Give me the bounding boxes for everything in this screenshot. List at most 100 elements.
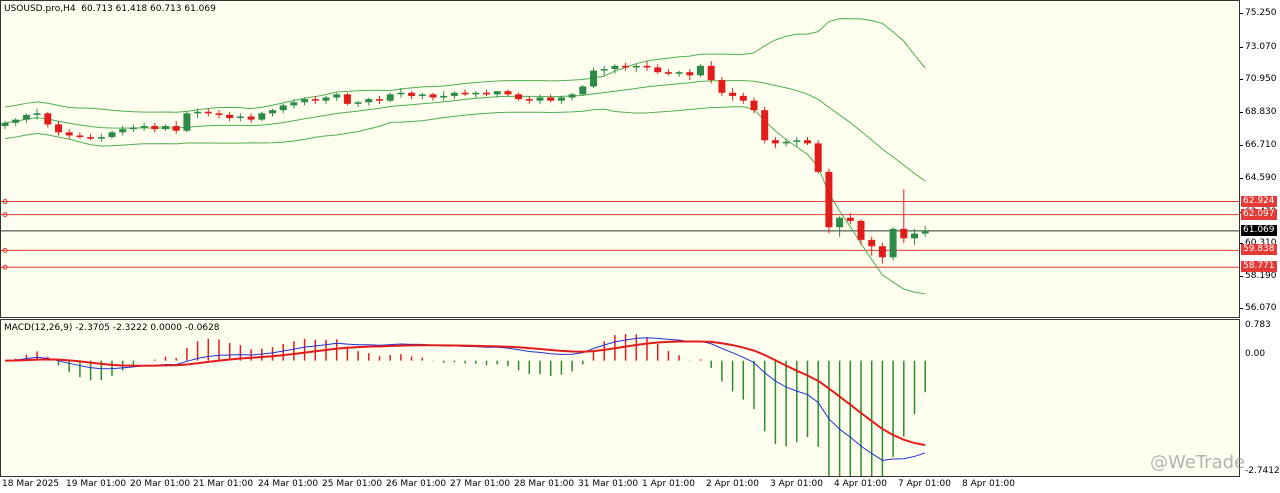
candle-body — [729, 92, 737, 96]
macd-line — [4, 337, 926, 461]
time-axis-tick: 31 Mar 01:00 — [578, 479, 639, 489]
candle — [247, 113, 255, 123]
bb-upper — [4, 18, 926, 113]
candle-body — [204, 111, 212, 114]
candle — [44, 111, 52, 128]
candle — [108, 130, 116, 139]
candle — [129, 124, 137, 133]
time-axis-tick: 4 Apr 01:00 — [834, 479, 887, 489]
candle-body — [461, 92, 469, 95]
candle-body — [87, 137, 95, 139]
candle — [440, 91, 448, 101]
candle-body — [793, 140, 801, 142]
candle — [889, 227, 897, 261]
candle — [290, 99, 298, 109]
candle-body — [194, 111, 202, 114]
candle-body — [664, 72, 672, 74]
candle — [622, 62, 630, 71]
price-axis[interactable]: 75.25073.07070.95068.83066.71064.59062.4… — [1240, 0, 1280, 493]
candle — [418, 92, 426, 100]
candle-body — [376, 99, 383, 101]
candle — [408, 91, 416, 100]
macd-indicator-pane[interactable]: MACD(12,26,9) -2.3705 -2.3222 0.0000 -0.… — [0, 319, 1240, 477]
price-axis-tick: 56.070 — [1245, 303, 1277, 313]
bb-lower — [4, 106, 926, 295]
candle-body — [311, 99, 319, 101]
candle — [343, 92, 351, 106]
price-axis-tick: 70.950 — [1245, 74, 1277, 84]
candle — [333, 92, 341, 101]
candle — [65, 129, 73, 139]
candle-body — [525, 99, 533, 101]
time-axis-tick: 21 Mar 01:00 — [193, 479, 254, 489]
time-axis-tick: 2 Apr 01:00 — [706, 479, 759, 489]
candle — [590, 67, 597, 89]
time-axis-tick: 3 Apr 01:00 — [770, 479, 823, 489]
candle — [804, 137, 811, 145]
time-axis[interactable]: 18 Mar 2025 19 Mar 01:00 20 Mar 01:00 21 Ma… — [0, 477, 1240, 493]
candle-body — [889, 228, 897, 258]
candle — [536, 94, 544, 104]
candle-body — [697, 65, 704, 76]
candle-body — [750, 100, 758, 111]
candle-body — [590, 70, 597, 87]
candle-body — [269, 110, 276, 114]
price-axis-tick-mark — [1240, 79, 1243, 80]
candle-body — [65, 132, 73, 136]
candle-body — [129, 127, 137, 130]
price-chart-canvas[interactable] — [1, 1, 1240, 318]
price-axis-tick: 68.830 — [1245, 107, 1277, 117]
candle — [643, 61, 651, 71]
current-price-tag: 61.069 — [1241, 224, 1277, 236]
candle-body — [140, 125, 148, 128]
candle — [386, 92, 394, 103]
time-axis-tick: 26 Mar 01:00 — [386, 479, 447, 489]
time-axis-tick: 18 Mar 2025 — [2, 479, 60, 489]
candle-body — [343, 94, 351, 104]
price-axis-tick: 75.250 — [1245, 8, 1277, 18]
candle-body — [183, 113, 191, 131]
time-axis-tick: 7 Apr 01:00 — [898, 479, 951, 489]
candle — [483, 89, 490, 96]
candle — [183, 111, 191, 133]
candle-body — [921, 230, 929, 234]
candle-body — [279, 105, 287, 111]
candle — [515, 92, 523, 101]
level-price-tag: 58.771 — [1241, 261, 1277, 273]
candle-body — [857, 220, 865, 240]
candle-body — [632, 65, 640, 68]
candle — [429, 92, 437, 101]
candle-body — [108, 132, 116, 138]
candle-body — [322, 97, 330, 101]
candle-body — [814, 143, 822, 172]
candle-body — [151, 125, 159, 130]
candle — [868, 236, 876, 256]
candle-body — [450, 92, 458, 96]
candle — [632, 64, 640, 73]
candle-body — [804, 140, 811, 144]
candle — [921, 225, 929, 237]
candle — [761, 107, 769, 144]
time-axis-tick: 27 Mar 01:00 — [450, 479, 511, 489]
candle-body — [782, 141, 790, 144]
price-axis-tick-mark — [1240, 112, 1243, 113]
level-price-tag: 59.838 — [1241, 244, 1277, 256]
candle — [675, 70, 683, 77]
candle-body — [547, 97, 555, 101]
candle — [204, 108, 212, 117]
candle — [857, 219, 865, 245]
candle — [600, 65, 608, 76]
price-axis-tick: 66.710 — [1245, 140, 1277, 150]
candle-body — [247, 116, 255, 120]
candle-body — [878, 246, 886, 258]
candle-body — [226, 114, 234, 119]
candle-body — [825, 171, 833, 228]
price-chart-pane[interactable]: USOUSD.pro,H4 60.713 61.418 60.713 61.06… — [0, 0, 1240, 318]
macd-canvas[interactable] — [1, 320, 1240, 477]
candle — [579, 84, 587, 96]
candle — [258, 111, 266, 122]
candle — [525, 95, 533, 104]
macd-title: MACD(12,26,9) -2.3705 -2.3222 0.0000 -0.… — [4, 323, 220, 333]
symbol-timeframe: USOUSD.pro,H4 — [4, 4, 76, 14]
candle-body — [258, 113, 266, 120]
